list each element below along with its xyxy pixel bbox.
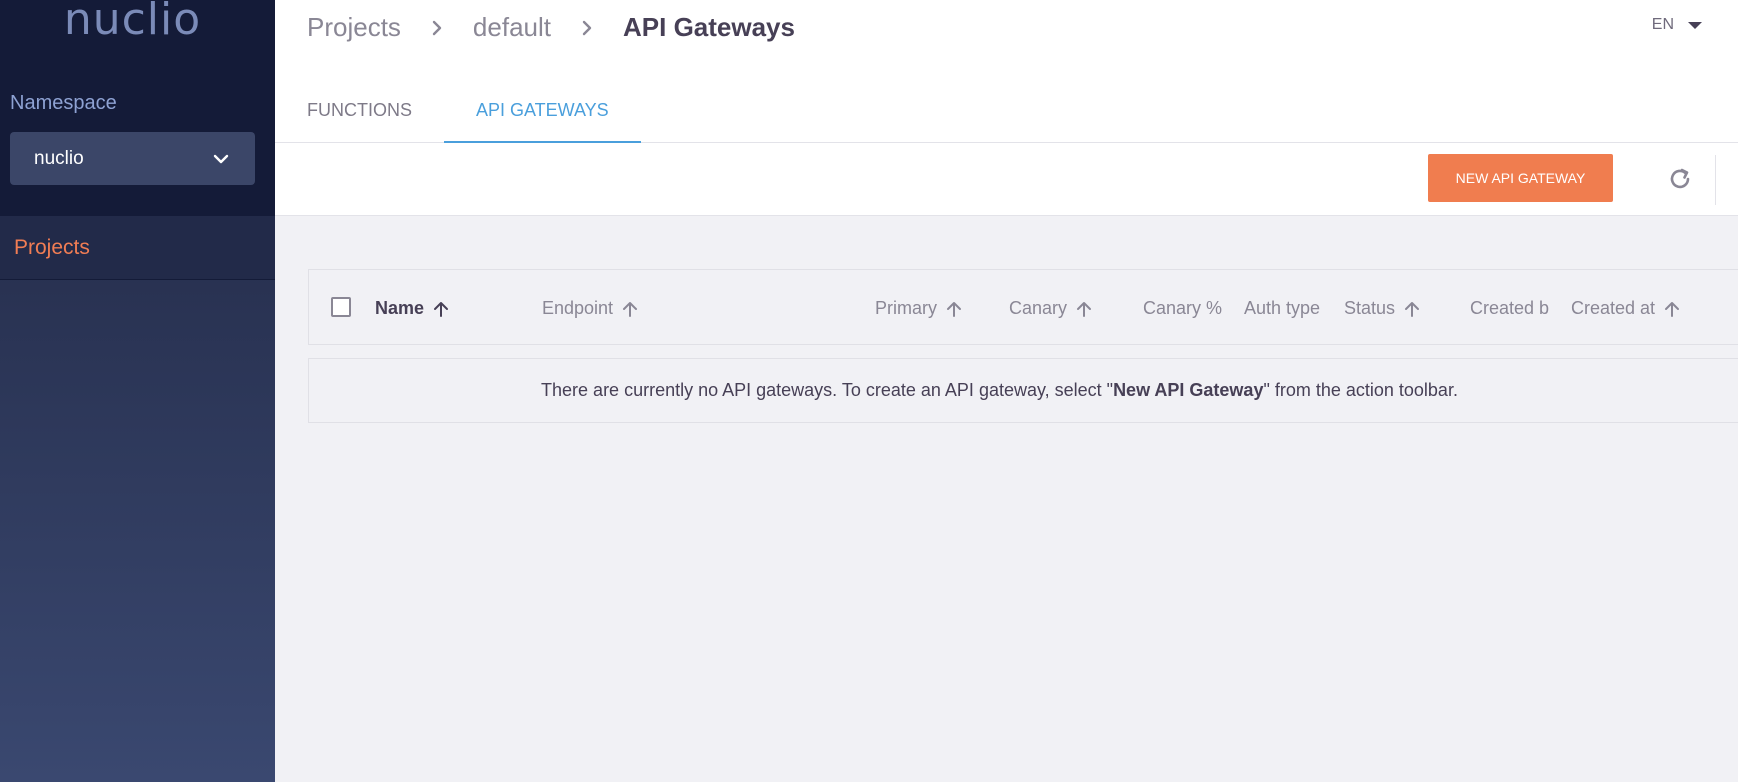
chevron-right-icon bbox=[432, 20, 442, 35]
breadcrumb-projects[interactable]: Projects bbox=[307, 12, 401, 43]
chevron-down-icon bbox=[213, 154, 229, 163]
page-header: Projects default API Gateways EN FUNCTIO… bbox=[275, 0, 1738, 143]
column-header-status[interactable]: Status bbox=[1344, 298, 1421, 319]
caret-down-icon bbox=[1688, 21, 1702, 29]
sidebar-header: nuclio Namespace nuclio bbox=[0, 0, 275, 216]
empty-message-emphasis: New API Gateway bbox=[1113, 380, 1264, 400]
sort-arrow-up-icon bbox=[1077, 301, 1092, 317]
tab-bar: FUNCTIONS API GATEWAYS bbox=[307, 86, 705, 143]
sidebar-item-projects[interactable]: Projects bbox=[0, 216, 275, 280]
tab-api-gateways[interactable]: API GATEWAYS bbox=[444, 86, 641, 143]
column-header-endpoint[interactable]: Endpoint bbox=[542, 298, 639, 319]
column-label: Auth type bbox=[1244, 298, 1321, 318]
column-header-auth-type[interactable]: Auth type bbox=[1244, 298, 1320, 319]
breadcrumb: Projects default API Gateways bbox=[307, 12, 795, 43]
sort-arrow-up-icon bbox=[1405, 301, 1420, 317]
new-api-gateway-button[interactable]: NEW API GATEWAY bbox=[1428, 154, 1613, 202]
chevron-right-icon bbox=[582, 20, 592, 35]
column-label: Endpoint bbox=[542, 298, 614, 318]
column-label: Name bbox=[375, 298, 425, 318]
column-header-created-by[interactable]: Created b bbox=[1470, 298, 1549, 319]
namespace-label: Namespace bbox=[10, 92, 117, 114]
empty-message-after: " from the action toolbar. bbox=[1263, 380, 1458, 400]
column-label: Canary bbox=[1009, 298, 1068, 318]
column-header-canary-percent[interactable]: Canary % bbox=[1143, 298, 1222, 319]
column-label: Created at bbox=[1571, 298, 1656, 318]
column-label: Status bbox=[1344, 298, 1396, 318]
column-label: Canary % bbox=[1143, 298, 1223, 318]
empty-state-message: There are currently no API gateways. To … bbox=[308, 358, 1738, 423]
language-value: EN bbox=[1651, 16, 1674, 33]
column-label: Primary bbox=[875, 298, 937, 318]
sidebar-item-label: Projects bbox=[14, 235, 90, 259]
app-logo[interactable]: nuclio bbox=[0, 0, 265, 45]
page-title: API Gateways bbox=[623, 12, 795, 42]
toolbar-divider bbox=[1715, 155, 1716, 205]
column-label: Created b bbox=[1470, 298, 1550, 318]
column-header-canary[interactable]: Canary bbox=[1009, 298, 1093, 319]
empty-message-before: There are currently no API gateways. To … bbox=[541, 380, 1114, 400]
refresh-icon[interactable] bbox=[1666, 165, 1694, 193]
sort-arrow-up-icon bbox=[1665, 301, 1680, 317]
table-header: Name Endpoint Primary Canary Canary % Au… bbox=[308, 269, 1738, 345]
sort-arrow-up-icon bbox=[623, 301, 638, 317]
column-header-primary[interactable]: Primary bbox=[875, 298, 963, 319]
namespace-select[interactable]: nuclio bbox=[10, 132, 255, 185]
select-all-checkbox[interactable] bbox=[331, 297, 351, 317]
sidebar: nuclio Namespace nuclio Projects bbox=[0, 0, 275, 782]
sort-arrow-up-icon bbox=[947, 301, 961, 317]
action-toolbar: NEW API GATEWAY bbox=[275, 143, 1738, 216]
sort-arrow-up-icon bbox=[434, 301, 449, 317]
namespace-value: nuclio bbox=[34, 147, 84, 169]
column-header-name[interactable]: Name bbox=[375, 298, 450, 319]
column-header-created-at[interactable]: Created at bbox=[1571, 298, 1681, 319]
language-select[interactable]: EN bbox=[1652, 16, 1702, 34]
breadcrumb-default[interactable]: default bbox=[473, 12, 551, 43]
tab-functions[interactable]: FUNCTIONS bbox=[307, 86, 412, 143]
